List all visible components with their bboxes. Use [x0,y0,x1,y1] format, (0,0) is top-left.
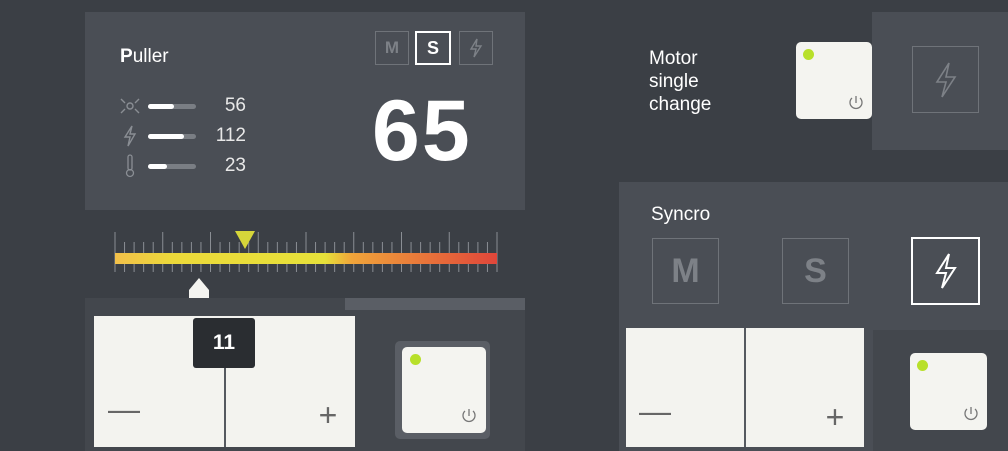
power-icon [849,96,863,110]
minus-icon: — [639,393,671,429]
status-led [917,360,928,371]
syncro-power-button[interactable] [910,353,987,430]
stat-row-power: 112 [118,121,246,151]
slider-value-label: 11 [193,318,255,368]
puller-mode-s-button[interactable]: S [415,31,451,65]
plus-icon: + [825,399,845,435]
power-level-bar [148,133,196,139]
fan-level-bar [148,103,196,109]
setpoint-marker[interactable] [233,229,257,258]
syncro-mode-m-button[interactable]: M [652,238,719,304]
plus-icon: + [318,397,338,433]
bar-fill [148,103,175,109]
fan-value: 56 [224,95,246,116]
puller-stats: 56 112 23 [118,91,246,181]
motor-auto-button[interactable] [912,46,979,113]
minus-icon: — [108,391,140,427]
motor-single-change-label: Motor single change [649,48,712,115]
syncro-mode-s-button[interactable]: S [782,238,849,304]
bar-fill [148,133,184,139]
power-icon [462,409,476,423]
lightning-icon [118,124,142,148]
motor-single-change-power-button[interactable] [796,42,872,119]
temperature-level-bar [148,163,196,169]
scale-divider [345,298,525,310]
stat-row-temperature: 23 [118,151,246,181]
puller-mode-auto-button[interactable] [459,31,493,65]
bar-fill [148,163,168,169]
lightning-icon [934,253,957,289]
status-led [410,354,421,365]
lightning-icon [469,38,483,58]
puller-mode-m-button[interactable]: M [375,31,409,65]
lightning-icon [935,62,956,97]
puller-speed-value: 65 [372,83,472,179]
syncro-increment-button[interactable]: + [746,328,864,447]
power-value: 112 [215,125,246,146]
fan-icon [118,94,142,118]
puller-scale[interactable] [113,228,499,296]
syncro-title: Syncro [651,204,711,225]
puller-power-button[interactable] [402,347,486,433]
syncro-decrement-button[interactable]: — [626,328,744,447]
power-icon [964,407,978,421]
syncro-stepper: — + [626,328,864,447]
syncro-mode-auto-button[interactable] [911,237,980,305]
status-led [803,49,814,60]
thermometer-icon [118,154,142,178]
stat-row-fan: 56 [118,91,246,121]
temperature-value: 23 [224,155,246,176]
puller-title: Puller [120,46,169,67]
